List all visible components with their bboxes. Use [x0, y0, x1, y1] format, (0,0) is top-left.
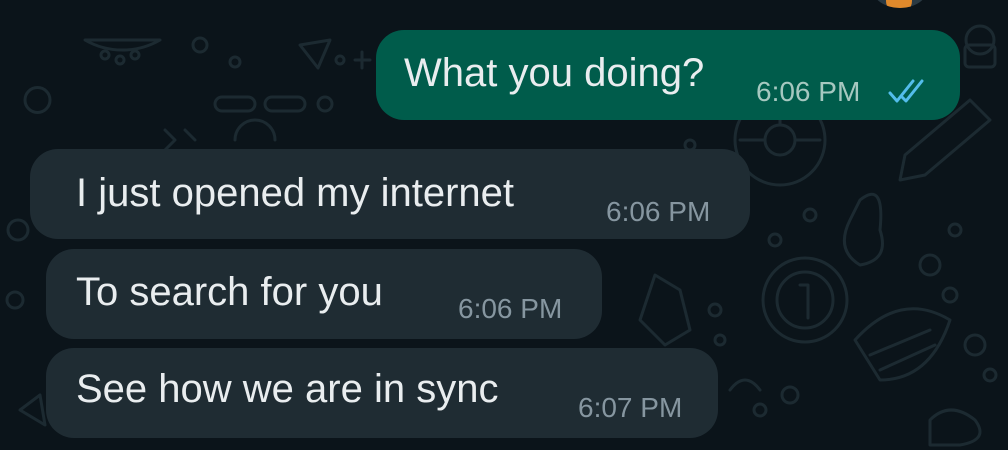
message-list[interactable]: What you doing? 6:06 PM I just opened my… — [0, 0, 1008, 450]
message-timestamp: 6:06 PM — [756, 76, 861, 107]
message-text: See how we are in sync — [76, 367, 499, 411]
incoming-message-bubble[interactable]: See how we are in sync 6:07 PM — [46, 348, 718, 438]
message-text: What you doing? — [404, 51, 705, 95]
message-timestamp: 6:07 PM — [578, 392, 683, 423]
message-text: To search for you — [76, 270, 383, 314]
incoming-message-bubble[interactable]: I just opened my internet 6:06 PM — [30, 149, 750, 239]
incoming-message-bubble[interactable]: To search for you 6:06 PM — [46, 249, 602, 339]
message-timestamp: 6:06 PM — [458, 293, 563, 324]
outgoing-message-bubble[interactable]: What you doing? 6:06 PM — [376, 30, 960, 120]
double-check-icon — [888, 79, 924, 103]
message-timestamp: 6:06 PM — [606, 196, 711, 227]
message-text: I just opened my internet — [76, 171, 515, 215]
